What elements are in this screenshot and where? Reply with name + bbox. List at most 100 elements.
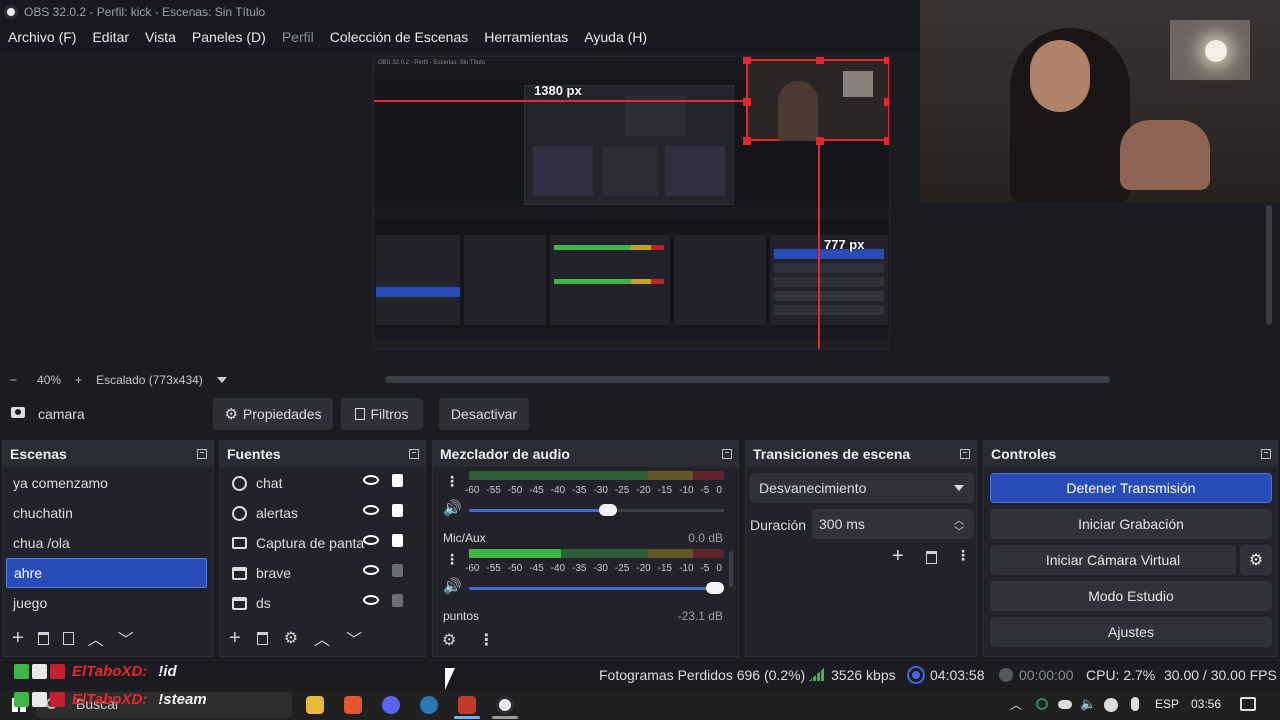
meter-tick-label: -35 [572, 485, 587, 496]
source-item[interactable]: brave [220, 558, 425, 588]
steam-icon[interactable] [420, 696, 438, 714]
menu-vista[interactable]: Vista [145, 29, 176, 45]
start-virtual-camera-button[interactable]: Iniciar Cámara Virtual [990, 545, 1236, 575]
filter-icon[interactable] [62, 631, 74, 645]
add-transition-icon[interactable]: + [892, 545, 904, 568]
menu-ayuda[interactable]: Ayuda (H) [584, 29, 647, 45]
tray-steam-icon[interactable] [1104, 698, 1118, 712]
language-indicator[interactable]: ESP [1155, 697, 1179, 711]
studio-mode-button[interactable]: Modo Estudio [990, 581, 1272, 611]
mixer-scrollbar[interactable] [729, 551, 733, 587]
virtual-camera-settings-button[interactable]: ⚙ [1240, 545, 1272, 575]
source-item[interactable]: chat [220, 468, 425, 498]
menu-herramientas[interactable]: Herramientas [484, 29, 568, 45]
gear-icon[interactable]: ⚙ [284, 628, 298, 648]
speaker-icon[interactable]: 🔊 [443, 499, 462, 517]
menu-paneles[interactable]: Paneles (D) [192, 29, 266, 45]
zoom-dropdown-icon[interactable] [216, 377, 227, 383]
browser-app-icon[interactable] [458, 696, 476, 714]
tray-volume-icon[interactable]: 🔈 [1080, 696, 1096, 712]
source-item[interactable]: ds [220, 588, 425, 618]
undock-icon[interactable] [960, 449, 970, 459]
trash-icon[interactable] [926, 551, 937, 564]
menu-editar[interactable]: Editar [92, 29, 129, 45]
scene-item[interactable]: chua /ola [3, 528, 213, 558]
add-scene-icon[interactable]: + [12, 627, 24, 650]
filters-button[interactable]: Filtros [341, 398, 423, 430]
move-down-icon[interactable]: ﹀ [118, 626, 134, 650]
volume-slider[interactable] [469, 504, 724, 516]
meter-segment [647, 471, 694, 480]
trash-icon[interactable] [256, 631, 268, 645]
menu-coleccion[interactable]: Colección de Escenas [330, 29, 469, 45]
zoom-out-button[interactable]: − [10, 373, 17, 387]
channel-menu-icon[interactable]: ⋮ [445, 473, 459, 490]
undock-icon[interactable] [1261, 449, 1271, 459]
add-source-icon[interactable]: + [229, 627, 241, 650]
unlock-icon[interactable] [392, 594, 403, 607]
deactivate-button[interactable]: Desactivar [439, 398, 529, 430]
stop-stream-button[interactable]: Detener Transmisión [990, 473, 1272, 503]
duration-spinbox[interactable]: 300 ms ︿ ﹀ [812, 509, 974, 539]
zoom-in-button[interactable]: + [75, 373, 82, 387]
channel-menu-icon[interactable]: ⋮ [445, 551, 459, 568]
transition-menu-icon[interactable]: ⋮ [956, 547, 970, 564]
properties-button[interactable]: ⚙ Propiedades [213, 398, 333, 430]
brave-browser-icon[interactable] [344, 696, 362, 714]
lock-icon[interactable] [392, 504, 403, 517]
move-up-icon[interactable]: ︿ [88, 626, 104, 650]
move-down-icon[interactable]: ﹀ [346, 626, 362, 650]
camara-source-selection[interactable] [743, 57, 889, 145]
clock[interactable]: 03:56 [1191, 697, 1221, 711]
source-item[interactable]: alertas [220, 498, 425, 528]
lock-icon[interactable] [392, 474, 403, 487]
volume-knob[interactable] [599, 504, 618, 516]
unlock-icon[interactable] [392, 564, 403, 577]
scene-item[interactable]: juego [3, 588, 213, 618]
mixer-menu-icon[interactable]: ⋮ [478, 630, 494, 650]
undock-icon[interactable] [197, 449, 207, 459]
notification-icon[interactable] [1240, 697, 1256, 711]
lock-icon[interactable] [392, 534, 403, 547]
trash-icon[interactable] [37, 631, 49, 645]
sub-badge-icon [32, 664, 47, 679]
preview-vertical-scrollbar[interactable] [1266, 205, 1272, 325]
meter-tick-label: 0 [716, 485, 722, 496]
preview-canvas[interactable]: OBS 32.0.2 - Perfil - Escenas: Sin Títul… [373, 56, 890, 350]
transition-select[interactable]: Desvanecimiento [750, 473, 974, 503]
eye-icon[interactable] [363, 505, 379, 515]
settings-button[interactable]: Ajustes [990, 617, 1272, 647]
move-up-icon[interactable]: ︿ [314, 626, 330, 650]
eye-icon[interactable] [363, 535, 379, 545]
eye-icon[interactable] [363, 475, 379, 485]
undock-icon[interactable] [722, 449, 732, 459]
tray-mic-icon[interactable] [1131, 697, 1139, 711]
file-explorer-icon[interactable] [306, 696, 324, 714]
scene-item[interactable]: chuchatin [3, 498, 213, 528]
title-bar: OBS 32.0.2 - Perfil: kick - Escenas: Sin… [0, 0, 920, 24]
source-item[interactable]: Captura de panta [220, 528, 425, 558]
scene-item-selected[interactable]: ahre [6, 558, 207, 588]
volume-slider[interactable] [469, 582, 724, 594]
eye-icon[interactable] [363, 595, 379, 605]
meter-tick-label: -40 [550, 563, 566, 574]
eye-icon[interactable] [363, 565, 379, 575]
discord-icon[interactable] [382, 696, 400, 714]
undock-icon[interactable] [409, 449, 419, 459]
menu-archivo[interactable]: Archivo (F) [8, 29, 76, 45]
speaker-icon[interactable]: 🔊 [443, 577, 462, 595]
tray-cloud-icon[interactable] [1058, 700, 1072, 709]
menu-bar: Archivo (F) Editar Vista Paneles (D) Per… [0, 24, 920, 50]
menu-perfil[interactable]: Perfil [282, 29, 314, 45]
start-recording-button[interactable]: Iniciar Grabación [990, 509, 1272, 539]
zoom-level[interactable]: 40% [37, 373, 61, 387]
obs-app-icon[interactable] [496, 696, 514, 714]
scene-item[interactable]: ya comenzamo [3, 468, 213, 498]
tray-chevron-up-icon[interactable]: ︿ [1010, 696, 1022, 713]
volume-knob[interactable] [706, 582, 724, 594]
preview-horizontal-scrollbar[interactable] [385, 376, 1110, 383]
tray-network-icon[interactable] [1036, 698, 1048, 710]
advanced-audio-icon[interactable]: ⚙ [442, 630, 456, 650]
chevron-down-icon[interactable]: ﹀ [954, 523, 964, 538]
source-toolbar: camara ⚙ Propiedades Filtros Desactivar [0, 394, 1280, 434]
